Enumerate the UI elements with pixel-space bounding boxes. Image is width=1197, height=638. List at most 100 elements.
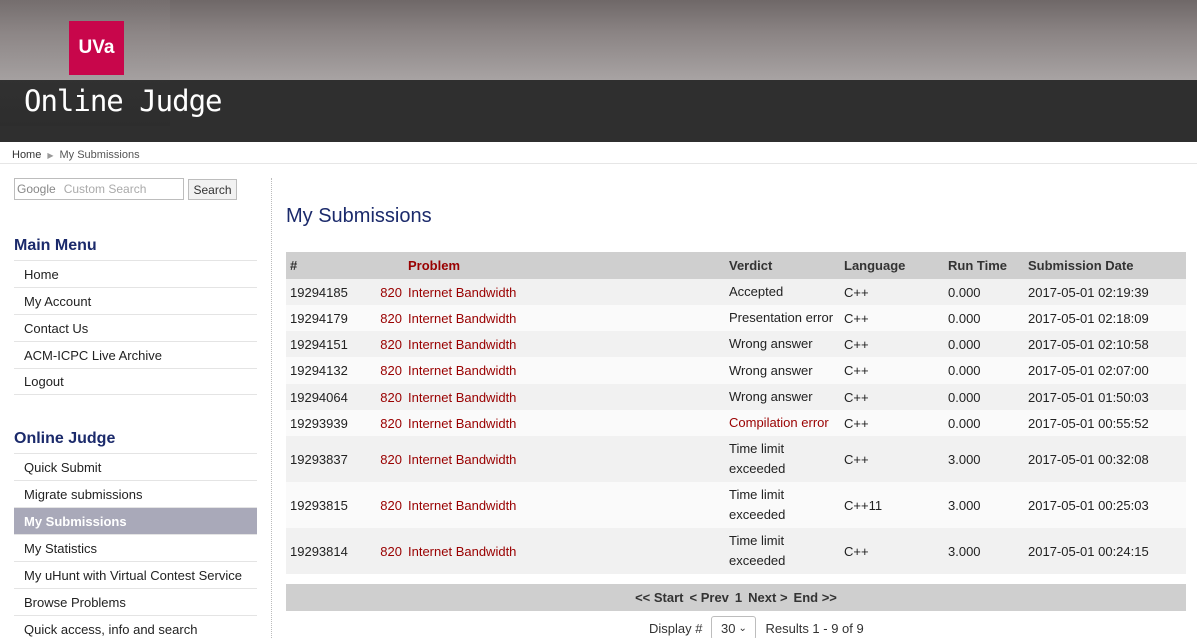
table-row: 19294132 820 Internet Bandwidth Wrong an… xyxy=(286,357,1186,384)
uva-logo[interactable]: UVa xyxy=(69,21,124,75)
language: C++11 xyxy=(844,497,883,513)
menu-item-my-submissions[interactable]: My Submissions xyxy=(14,507,257,534)
submission-date: 2017-05-01 00:55:52 xyxy=(1028,415,1149,431)
language: C++ xyxy=(844,284,869,300)
results-count: Results 1 - 9 of 9 xyxy=(765,620,864,636)
problem-name-link[interactable]: Internet Bandwidth xyxy=(408,410,516,436)
verdict: Time limit exceeded xyxy=(729,533,786,568)
language: C++ xyxy=(844,451,869,467)
submission-id: 19293814 xyxy=(290,543,348,559)
submissions-table: # Problem Verdict Language Run Time Subm… xyxy=(286,252,1186,574)
submission-id: 19294132 xyxy=(290,363,348,378)
menu-item-quick-submit[interactable]: Quick Submit xyxy=(14,453,257,480)
breadcrumb-home-link[interactable]: Home xyxy=(12,149,41,161)
problem-name-link[interactable]: Internet Bandwidth xyxy=(408,482,516,528)
problem-name-link[interactable]: Internet Bandwidth xyxy=(408,528,516,574)
display-label: Display # xyxy=(649,620,703,636)
pager-current-page: 1 xyxy=(734,590,743,605)
menu-item-live-archive[interactable]: ACM-ICPC Live Archive xyxy=(14,341,257,368)
problem-number-link[interactable]: 820 xyxy=(362,279,402,305)
problem-number-link[interactable]: 820 xyxy=(362,331,402,357)
problem-name-link[interactable]: Internet Bandwidth xyxy=(408,279,516,305)
pagination: << Start < Prev 1 Next > End >> xyxy=(286,584,1186,611)
problem-name-link[interactable]: Internet Bandwidth xyxy=(408,357,516,384)
problem-name-link[interactable]: Internet Bandwidth xyxy=(408,436,516,482)
language: C++ xyxy=(844,389,869,405)
submission-id: 19293939 xyxy=(290,415,348,431)
run-time: 0.000 xyxy=(948,310,981,326)
table-header: # Problem Verdict Language Run Time Subm… xyxy=(286,252,1186,279)
problem-name-link[interactable]: Internet Bandwidth xyxy=(408,305,516,331)
menu-item-quick-access[interactable]: Quick access, info and search xyxy=(14,615,257,638)
column-header-id: # xyxy=(290,258,298,273)
search-button[interactable]: Search xyxy=(188,179,237,200)
submission-date: 2017-05-01 01:50:03 xyxy=(1028,389,1149,405)
search-input[interactable]: Google Custom Search xyxy=(14,178,184,200)
site-title: Online Judge xyxy=(24,84,223,118)
column-header-verdict: Verdict xyxy=(729,257,773,273)
column-header-language: Language xyxy=(844,258,906,273)
page-title: My Submissions xyxy=(286,205,432,227)
pager-prev-link[interactable]: < Prev xyxy=(689,590,730,605)
table-row: 19294151 820 Internet Bandwidth Wrong an… xyxy=(286,331,1186,357)
search-placeholder: Custom Search xyxy=(63,182,147,196)
verdict: Accepted xyxy=(729,284,784,299)
menu-item-browse-problems[interactable]: Browse Problems xyxy=(14,588,257,615)
problem-number-link[interactable]: 820 xyxy=(362,436,402,482)
submission-id: 19294151 xyxy=(290,336,348,352)
verdict-compilation-error-link[interactable]: Compilation error xyxy=(729,410,841,436)
problem-name-link[interactable]: Internet Bandwidth xyxy=(408,384,516,410)
main-menu-heading: Main Menu xyxy=(14,237,97,254)
submission-id: 19293815 xyxy=(290,497,348,513)
menu-item-migrate-submissions[interactable]: Migrate submissions xyxy=(14,480,257,507)
menu-item-my-account[interactable]: My Account xyxy=(14,287,257,314)
run-time: 0.000 xyxy=(948,389,981,405)
table-row: 19293837 820 Internet Bandwidth Time lim… xyxy=(286,436,1186,482)
submission-id: 19294185 xyxy=(290,284,348,300)
display-count-value: 30 xyxy=(721,620,736,636)
submission-date: 2017-05-01 02:19:39 xyxy=(1028,284,1149,300)
language: C++ xyxy=(844,336,869,352)
header-banner xyxy=(0,0,1197,80)
problem-name-link[interactable]: Internet Bandwidth xyxy=(408,331,516,357)
breadcrumb-divider xyxy=(0,163,1197,164)
language: C++ xyxy=(844,363,869,378)
menu-item-contact-us[interactable]: Contact Us xyxy=(14,314,257,341)
pager-next-link[interactable]: Next > xyxy=(747,590,788,605)
main-menu: Home My Account Contact Us ACM-ICPC Live… xyxy=(14,260,257,395)
table-row: 19293814 820 Internet Bandwidth Time lim… xyxy=(286,528,1186,574)
submission-date: 2017-05-01 02:10:58 xyxy=(1028,336,1149,352)
breadcrumb: Home ▶ My Submissions xyxy=(12,149,140,161)
display-count-select[interactable]: 30 ⌄ xyxy=(711,616,757,638)
verdict: Time limit exceeded xyxy=(729,487,786,522)
sidebar-divider xyxy=(271,178,272,638)
submission-id: 19294064 xyxy=(290,389,348,405)
verdict: Wrong answer xyxy=(729,362,813,378)
submission-date: 2017-05-01 00:24:15 xyxy=(1028,543,1149,559)
language: C++ xyxy=(844,415,869,431)
run-time: 0.000 xyxy=(948,336,981,352)
verdict: Wrong answer xyxy=(729,389,813,404)
problem-number-link[interactable]: 820 xyxy=(362,384,402,410)
problem-number-link[interactable]: 820 xyxy=(362,410,402,436)
problem-number-link[interactable]: 820 xyxy=(362,482,402,528)
problem-number-link[interactable]: 820 xyxy=(362,528,402,574)
submission-id: 19294179 xyxy=(290,310,348,326)
pager-end-link[interactable]: End >> xyxy=(793,590,838,605)
menu-item-home[interactable]: Home xyxy=(14,260,257,287)
submission-id: 19293837 xyxy=(290,451,348,467)
menu-item-uhunt[interactable]: My uHunt with Virtual Contest Service xyxy=(14,561,257,588)
menu-item-logout[interactable]: Logout xyxy=(14,368,257,395)
column-header-run-time: Run Time xyxy=(948,258,1007,273)
language: C++ xyxy=(844,310,869,326)
menu-item-my-statistics[interactable]: My Statistics xyxy=(14,534,257,561)
run-time: 3.000 xyxy=(948,497,981,513)
problem-number-link[interactable]: 820 xyxy=(362,357,402,384)
display-controls: Display # 30 ⌄ Results 1 - 9 of 9 xyxy=(649,616,864,638)
language: C++ xyxy=(844,543,869,559)
run-time: 0.000 xyxy=(948,415,981,431)
online-judge-menu: Quick Submit Migrate submissions My Subm… xyxy=(14,453,257,638)
pager-start-link[interactable]: << Start xyxy=(634,590,684,605)
breadcrumb-arrow-icon: ▶ xyxy=(47,150,54,160)
problem-number-link[interactable]: 820 xyxy=(362,305,402,331)
